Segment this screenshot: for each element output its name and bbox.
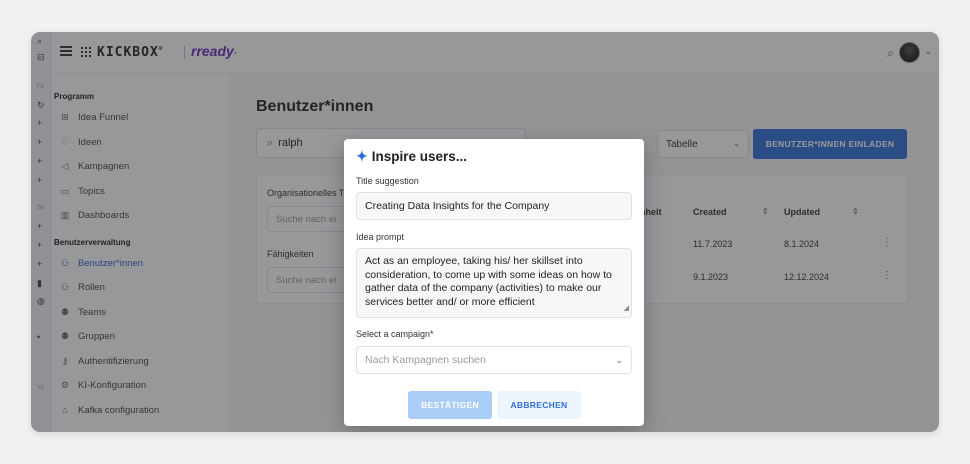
cancel-button[interactable]: ABBRECHEN	[497, 391, 581, 419]
sparkles-icon: ✦	[356, 148, 368, 164]
inspire-users-dialog: ✦ Inspire users... Title suggestion Crea…	[344, 139, 644, 426]
idea-prompt-textarea[interactable]: Act as an employee, taking his/ her skil…	[356, 248, 632, 318]
dialog-title-text: Inspire users...	[371, 149, 468, 164]
chevron-down-icon: ⌄	[615, 355, 623, 365]
campaign-select[interactable]: Nach Kampagnen suchen ⌄	[356, 346, 632, 374]
confirm-button[interactable]: BESTÄTIGEN	[408, 391, 492, 419]
resize-handle-icon[interactable]: ◢	[624, 302, 629, 316]
idea-prompt-text: Act as an employee, taking his/ her skil…	[365, 255, 612, 308]
app-background: ⌕ ⊟ Fe ↻ + + + + Sh + + + ▮ ◍ • Yo KICKB…	[31, 32, 939, 432]
title-suggestion-field[interactable]: Creating Data Insights for the Company	[356, 192, 632, 220]
campaign-label: Select a campaign*	[356, 329, 434, 339]
title-suggestion-label: Title suggestion	[356, 176, 419, 186]
app-window: ⌕ ⊟ Fe ↻ + + + + Sh + + + ▮ ◍ • Yo KICKB…	[31, 32, 939, 432]
campaign-placeholder: Nach Kampagnen suchen	[365, 354, 486, 366]
dialog-title: ✦ Inspire users...	[356, 148, 467, 165]
idea-prompt-label: Idea prompt	[356, 232, 405, 242]
